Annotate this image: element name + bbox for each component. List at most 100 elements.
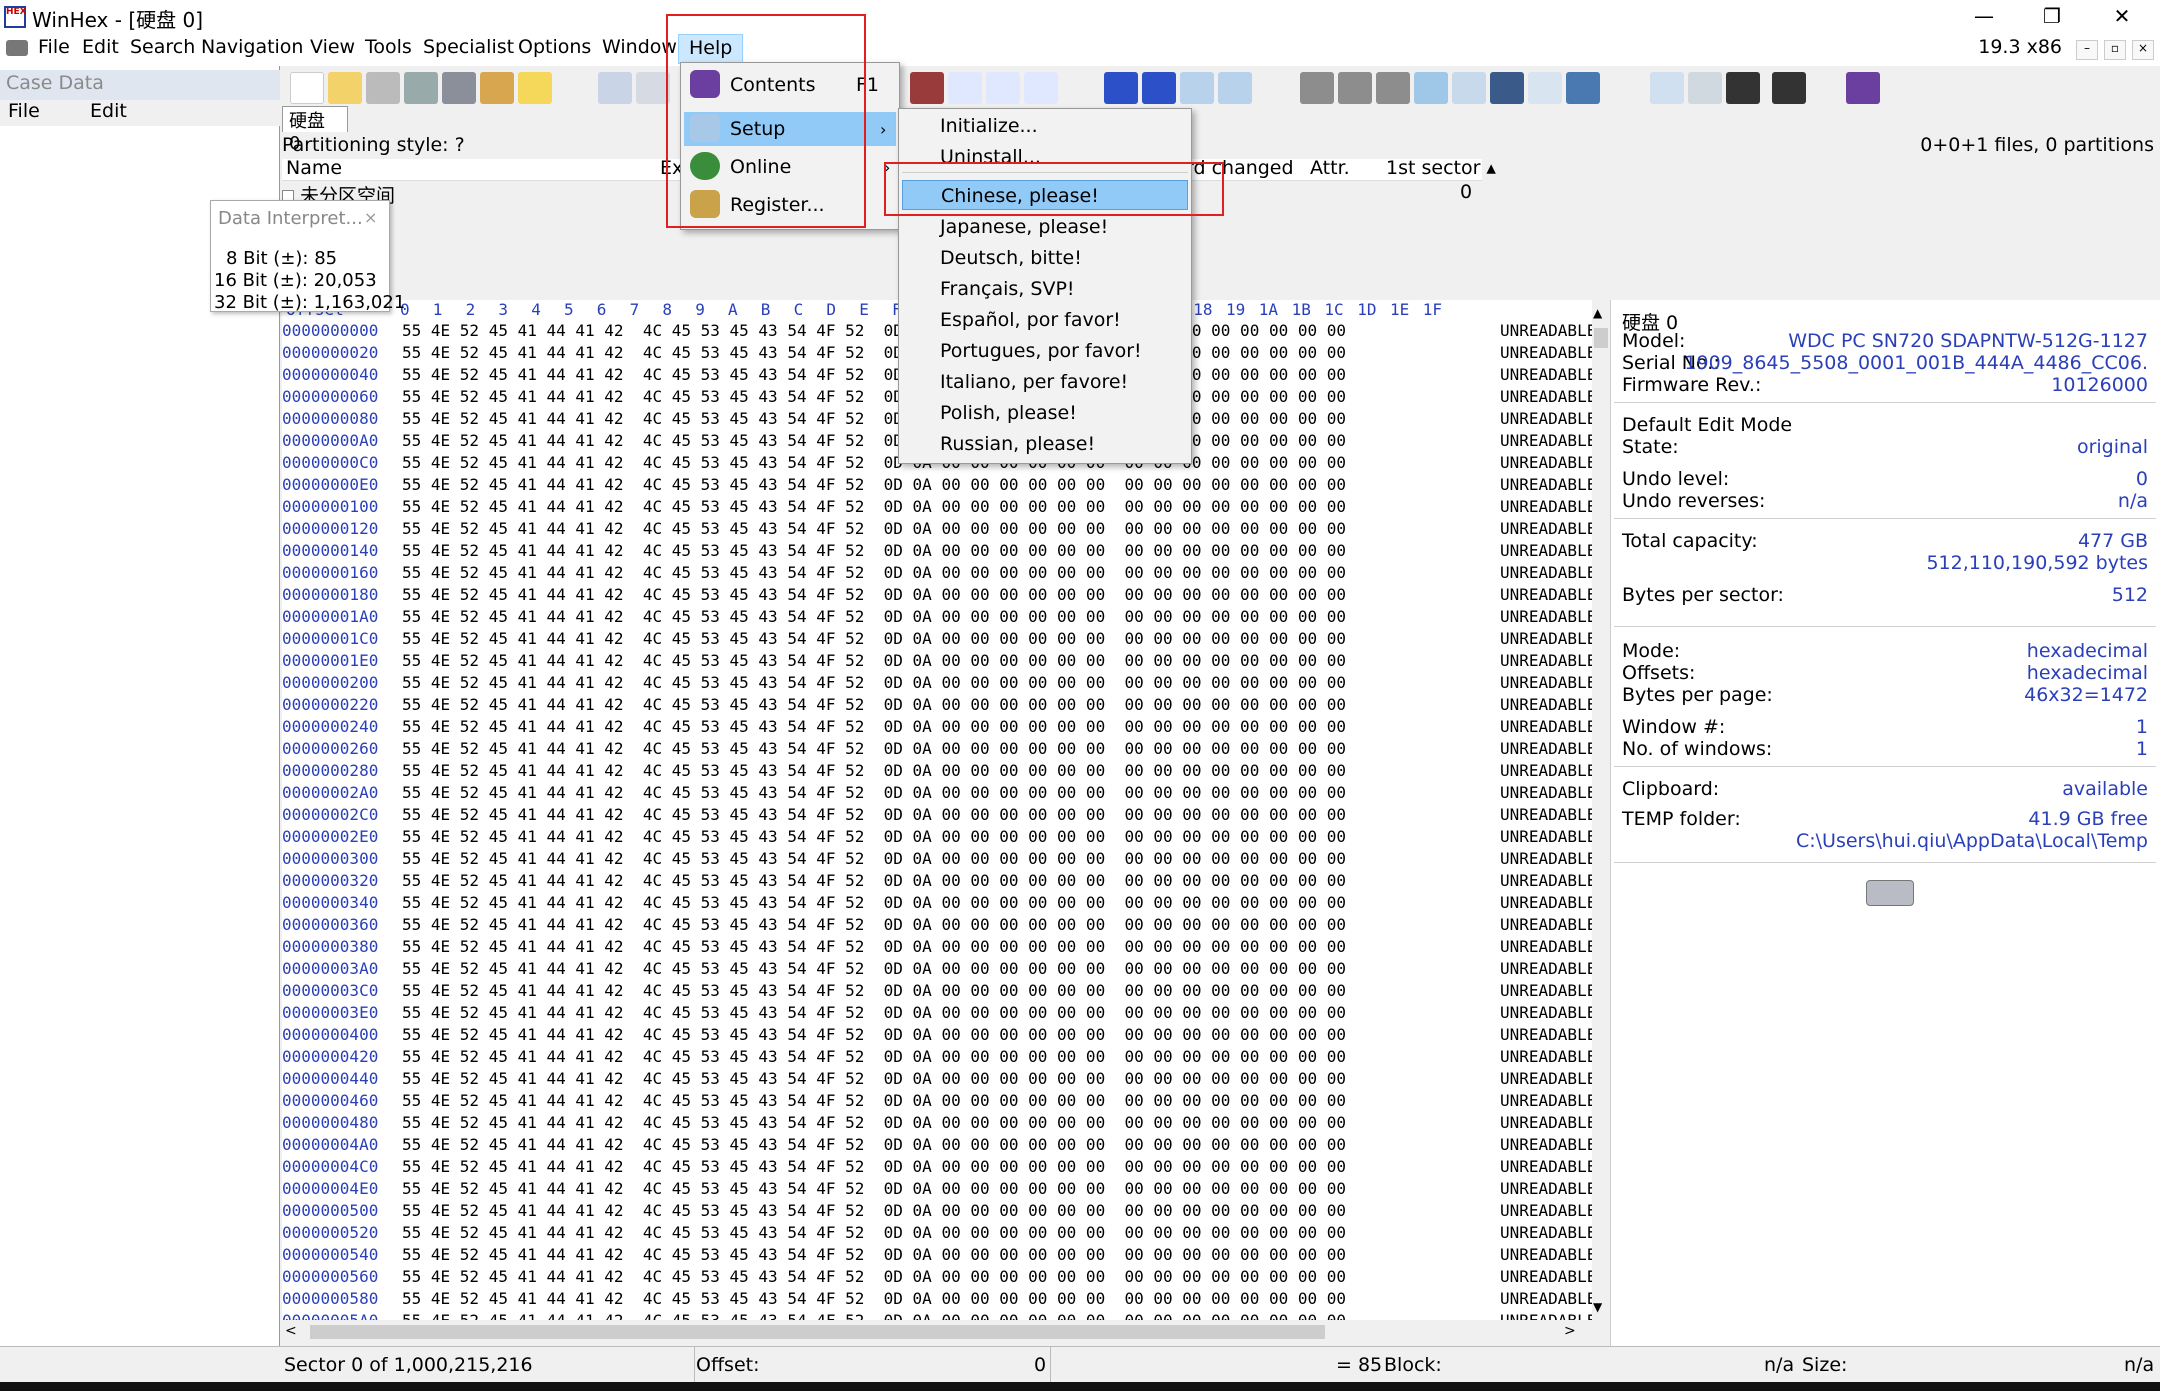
hex-row[interactable]: 0000000340 55 4E 52 45 41 44 41 42 4C 45 … xyxy=(282,892,1592,914)
prev-icon[interactable] xyxy=(1726,72,1760,104)
hex-row-bytes[interactable]: 55 4E 52 45 41 44 41 42 4C 45 53 45 43 5… xyxy=(402,936,1346,958)
hex-row-bytes[interactable]: 55 4E 52 45 41 44 41 42 4C 45 53 45 43 5… xyxy=(402,1112,1346,1134)
scroll-up-arrow-icon[interactable]: ▲ xyxy=(1593,306,1602,320)
hex-row[interactable]: 0000000420 55 4E 52 45 41 44 41 42 4C 45 … xyxy=(282,1046,1592,1068)
hex-row-bytes[interactable]: 55 4E 52 45 41 44 41 42 4C 45 53 45 43 5… xyxy=(402,1024,1346,1046)
hex-row-bytes[interactable]: 55 4E 52 45 41 44 41 42 4C 45 53 45 43 5… xyxy=(402,1222,1346,1244)
case-menu-file[interactable]: File xyxy=(8,100,40,122)
hex-row[interactable]: 0000000060 55 4E 52 45 41 44 41 42 4C 45 … xyxy=(282,386,1592,408)
scroll-down-arrow-icon[interactable]: ▼ xyxy=(1593,1300,1602,1314)
case-menu-edit[interactable]: Edit xyxy=(90,100,127,122)
hex-row-bytes[interactable]: 55 4E 52 45 41 44 41 42 4C 45 53 45 43 5… xyxy=(402,958,1346,980)
hex-row-text[interactable]: UNREADABLESECTOR xyxy=(1500,672,1592,694)
tab-disk0[interactable]: 硬盘 0 xyxy=(282,106,348,154)
hex-row-text[interactable]: UNREADABLESECTOR xyxy=(1500,364,1592,386)
hex-row-bytes[interactable]: 55 4E 52 45 41 44 41 42 4C 45 53 45 43 5… xyxy=(402,1200,1346,1222)
hex-row[interactable]: 00000002E0 55 4E 52 45 41 44 41 42 4C 45 … xyxy=(282,826,1592,848)
hex-row[interactable]: 00000000A0 55 4E 52 45 41 44 41 42 4C 45 … xyxy=(282,430,1592,452)
hex-row-bytes[interactable]: 55 4E 52 45 41 44 41 42 4C 45 53 45 43 5… xyxy=(402,1134,1346,1156)
hex-row-text[interactable]: UNREADABLESECTOR xyxy=(1500,408,1592,430)
hex-row[interactable]: 0000000180 55 4E 52 45 41 44 41 42 4C 45 … xyxy=(282,584,1592,606)
hex-row-bytes[interactable]: 55 4E 52 45 41 44 41 42 4C 45 53 45 43 5… xyxy=(402,1178,1346,1200)
goto-sector-icon[interactable] xyxy=(1142,72,1176,104)
hex-row[interactable]: 0000000380 55 4E 52 45 41 44 41 42 4C 45 … xyxy=(282,936,1592,958)
hex-row[interactable]: 0000000140 55 4E 52 45 41 44 41 42 4C 45 … xyxy=(282,540,1592,562)
hex-row[interactable]: 00000005A0 55 4E 52 45 41 44 41 42 4C 45 … xyxy=(282,1310,1592,1320)
hex-grid[interactable]: 0000000000 55 4E 52 45 41 44 41 42 4C 45 … xyxy=(282,320,1592,1320)
hex-row-text[interactable]: UNREADABLESECTOR xyxy=(1500,716,1592,738)
hex-row-text[interactable]: UNREADABLESECTOR xyxy=(1500,1310,1592,1320)
hex-row[interactable]: 0000000580 55 4E 52 45 41 44 41 42 4C 45 … xyxy=(282,1288,1592,1310)
hex-row-text[interactable]: UNREADABLESECTOR xyxy=(1500,452,1592,474)
ram-editor-icon[interactable] xyxy=(1376,72,1410,104)
hex-row[interactable]: 00000004A0 55 4E 52 45 41 44 41 42 4C 45 … xyxy=(282,1134,1592,1156)
hex-row[interactable]: 0000000560 55 4E 52 45 41 44 41 42 4C 45 … xyxy=(282,1266,1592,1288)
hex-row-text[interactable]: UNREADABLESECTOR xyxy=(1500,1112,1592,1134)
mdi-close-button[interactable]: × xyxy=(2132,40,2154,60)
hex-row-bytes[interactable]: 55 4E 52 45 41 44 41 42 4C 45 53 45 43 5… xyxy=(402,826,1346,848)
hex-row[interactable]: 0000000460 55 4E 52 45 41 44 41 42 4C 45 … xyxy=(282,1090,1592,1112)
new-file-icon[interactable] xyxy=(290,72,324,104)
hex-row-bytes[interactable]: 55 4E 52 45 41 44 41 42 4C 45 53 45 43 5… xyxy=(402,914,1346,936)
hex-row-text[interactable]: UNREADABLESECTOR xyxy=(1500,1134,1592,1156)
hex-row-bytes[interactable]: 55 4E 52 45 41 44 41 42 4C 45 53 45 43 5… xyxy=(402,364,1346,386)
hex-row-bytes[interactable]: 55 4E 52 45 41 44 41 42 4C 45 53 45 43 5… xyxy=(402,518,1346,540)
hex-row[interactable]: 00000000E0 55 4E 52 45 41 44 41 42 4C 45 … xyxy=(282,474,1592,496)
hex-row-text[interactable]: UNREADABLESECTOR xyxy=(1500,936,1592,958)
hex-row[interactable]: 0000000220 55 4E 52 45 41 44 41 42 4C 45 … xyxy=(282,694,1592,716)
hex-row-text[interactable]: UNREADABLESECTOR xyxy=(1500,1002,1592,1024)
hex-row-bytes[interactable]: 55 4E 52 45 41 44 41 42 4C 45 53 45 43 5… xyxy=(402,386,1346,408)
scroll-right-arrow-icon[interactable]: > xyxy=(1564,1323,1576,1339)
hex-row-bytes[interactable]: 55 4E 52 45 41 44 41 42 4C 45 53 45 43 5… xyxy=(402,430,1346,452)
hex-row[interactable]: 00000003A0 55 4E 52 45 41 44 41 42 4C 45 … xyxy=(282,958,1592,980)
hex-row[interactable]: 0000000280 55 4E 52 45 41 44 41 42 4C 45 … xyxy=(282,760,1592,782)
hex-row-bytes[interactable]: 55 4E 52 45 41 44 41 42 4C 45 53 45 43 5… xyxy=(402,408,1346,430)
hex-row-bytes[interactable]: 55 4E 52 45 41 44 41 42 4C 45 53 45 43 5… xyxy=(402,342,1346,364)
hex-row-bytes[interactable]: 55 4E 52 45 41 44 41 42 4C 45 53 45 43 5… xyxy=(402,870,1346,892)
hex-row-bytes[interactable]: 55 4E 52 45 41 44 41 42 4C 45 53 45 43 5… xyxy=(402,1002,1346,1024)
clone-disk-icon[interactable] xyxy=(1338,72,1372,104)
hex-row-text[interactable]: UNREADABLESECTOR xyxy=(1500,870,1592,892)
hex-row[interactable]: 00000000C0 55 4E 52 45 41 44 41 42 4C 45 … xyxy=(282,452,1592,474)
column-first-sector[interactable]: 1st sector ▴ xyxy=(1386,157,1496,179)
hex-row[interactable]: 00000002A0 55 4E 52 45 41 44 41 42 4C 45 … xyxy=(282,782,1592,804)
hex-row-text[interactable]: UNREADABLESECTOR xyxy=(1500,1046,1592,1068)
vertical-scrollbar[interactable] xyxy=(1592,306,1610,1322)
hex-row-bytes[interactable]: 55 4E 52 45 41 44 41 42 4C 45 53 45 43 5… xyxy=(402,320,1346,342)
data-interpreter-icon[interactable] xyxy=(1650,72,1684,104)
hex-row[interactable]: 0000000200 55 4E 52 45 41 44 41 42 4C 45 … xyxy=(282,672,1592,694)
replace-hex-icon[interactable] xyxy=(1024,72,1058,104)
ram-icon[interactable] xyxy=(480,72,514,104)
hex-row-text[interactable]: UNREADABLESECTOR xyxy=(1500,848,1592,870)
hex-row-text[interactable]: UNREADABLESECTOR xyxy=(1500,1178,1592,1200)
next-icon[interactable] xyxy=(1772,72,1806,104)
hex-row[interactable]: 0000000300 55 4E 52 45 41 44 41 42 4C 45 … xyxy=(282,848,1592,870)
hex-row-text[interactable]: UNREADABLESECTOR xyxy=(1500,1156,1592,1178)
hex-row-bytes[interactable]: 55 4E 52 45 41 44 41 42 4C 45 53 45 43 5… xyxy=(402,1046,1346,1068)
hex-row-bytes[interactable]: 55 4E 52 45 41 44 41 42 4C 45 53 45 43 5… xyxy=(402,540,1346,562)
menu-view[interactable]: View xyxy=(310,36,355,58)
submenu-portuguese[interactable]: Portugues, por favor! xyxy=(902,336,1188,366)
data-interpreter-close-icon[interactable]: × xyxy=(364,208,377,227)
hex-row-text[interactable]: UNREADABLESECTOR xyxy=(1500,760,1592,782)
hex-row-text[interactable]: UNREADABLESECTOR xyxy=(1500,474,1592,496)
hex-row[interactable]: 0000000000 55 4E 52 45 41 44 41 42 4C 45 … xyxy=(282,320,1592,342)
replace-text-icon[interactable] xyxy=(986,72,1020,104)
hex-row-bytes[interactable]: 55 4E 52 45 41 44 41 42 4C 45 53 45 43 5… xyxy=(402,1310,1346,1320)
hex-row[interactable]: 0000000520 55 4E 52 45 41 44 41 42 4C 45 … xyxy=(282,1222,1592,1244)
hex-row[interactable]: 00000004C0 55 4E 52 45 41 44 41 42 4C 45 … xyxy=(282,1156,1592,1178)
hex-row[interactable]: 0000000400 55 4E 52 45 41 44 41 42 4C 45 … xyxy=(282,1024,1592,1046)
hex-row-text[interactable]: UNREADABLESECTOR xyxy=(1500,782,1592,804)
hex-row[interactable]: 00000001C0 55 4E 52 45 41 44 41 42 4C 45 … xyxy=(282,628,1592,650)
mdi-restore-button[interactable]: ▫ xyxy=(2104,40,2126,60)
hex-row-text[interactable]: UNREADABLESECTOR xyxy=(1500,1266,1592,1288)
back-icon[interactable] xyxy=(1180,72,1214,104)
submenu-spanish[interactable]: Español, por favor! xyxy=(902,305,1188,335)
hex-row-bytes[interactable]: 55 4E 52 45 41 44 41 42 4C 45 53 45 43 5… xyxy=(402,1156,1346,1178)
hex-row[interactable]: 0000000440 55 4E 52 45 41 44 41 42 4C 45 … xyxy=(282,1068,1592,1090)
close-button[interactable]: ✕ xyxy=(2090,0,2154,34)
menu-tools[interactable]: Tools xyxy=(365,36,412,58)
goto-offset-icon[interactable] xyxy=(1104,72,1138,104)
menu-edit[interactable]: Edit xyxy=(82,36,119,58)
hex-row-bytes[interactable]: 55 4E 52 45 41 44 41 42 4C 45 53 45 43 5… xyxy=(402,496,1346,518)
